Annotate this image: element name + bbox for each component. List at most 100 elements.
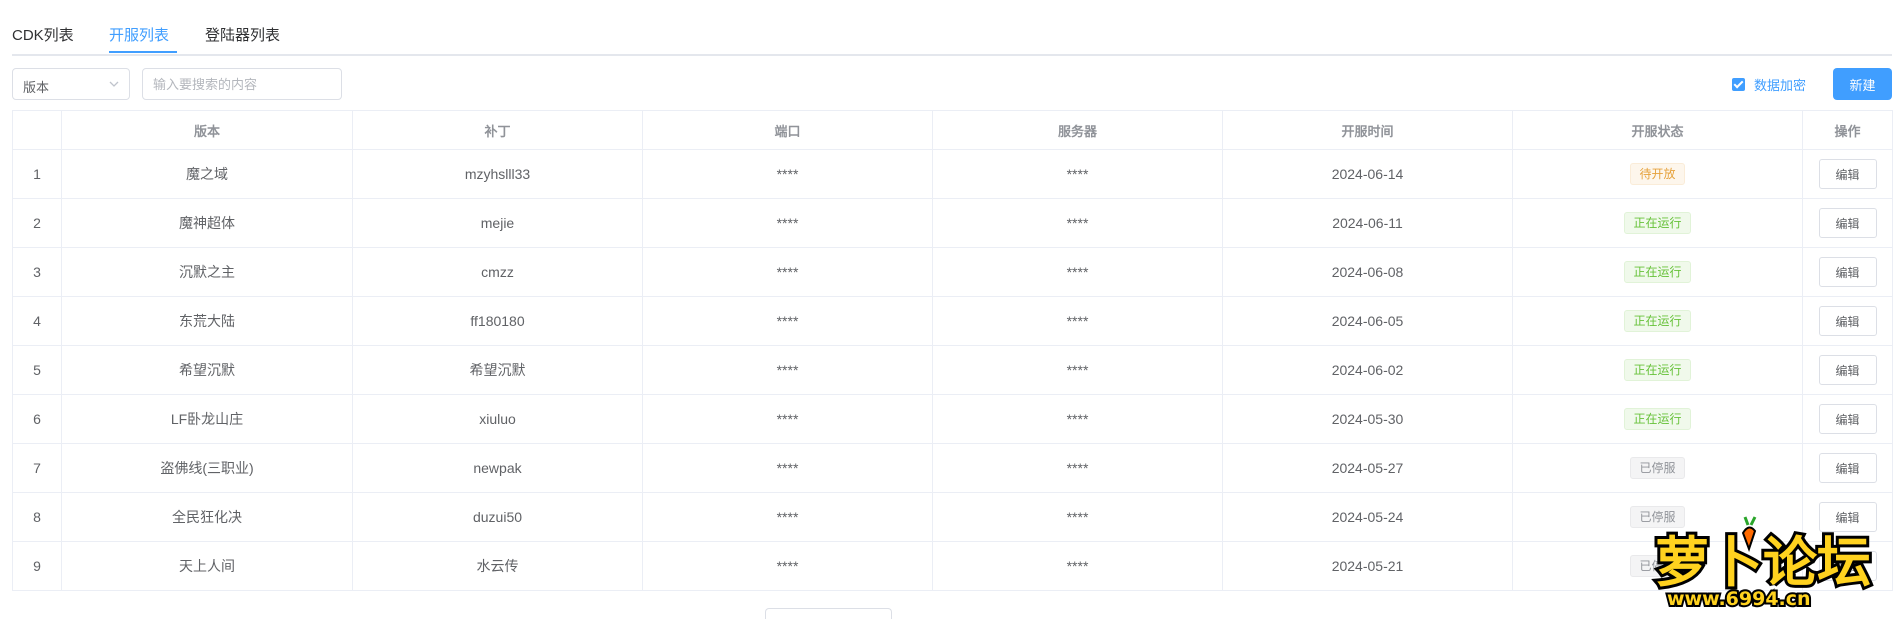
edit-button[interactable]: 编辑 <box>1818 404 1877 434</box>
tab-server-list[interactable]: 开服列表 <box>109 24 169 45</box>
table-header-row: 版本 补丁 端口 服务器 开服时间 开服状态 操作 <box>12 110 1893 150</box>
active-tab-indicator <box>109 51 177 53</box>
status-badge: 已停服 <box>1630 457 1685 479</box>
row-server: **** <box>932 443 1223 493</box>
row-index: 3 <box>12 247 62 297</box>
row-port: **** <box>642 296 933 346</box>
row-patch: 水云传 <box>352 541 643 591</box>
table-row: 1 魔之域 mzyhslll33 **** **** 2024-06-14 待开放 编辑 <box>12 149 1893 199</box>
table-row: 4 东荒大陆 ff180180 **** **** 2024-06-05 正在运行 编辑 <box>12 296 1893 346</box>
watermark-logo: 萝卜论坛 www.6994.cn <box>1652 516 1874 611</box>
watermark-title: 萝卜论坛 <box>1655 531 1871 594</box>
row-server: **** <box>932 492 1223 542</box>
row-port: **** <box>642 394 933 444</box>
row-patch: duzui50 <box>352 492 643 542</box>
row-patch: cmzz <box>352 247 643 297</box>
row-server: **** <box>932 198 1223 248</box>
row-status-cell: 正在运行 <box>1512 247 1803 297</box>
edit-button[interactable]: 编辑 <box>1818 306 1877 336</box>
table-row: 2 魔神超体 mejie **** **** 2024-06-11 正在运行 编辑 <box>12 198 1893 248</box>
row-patch: mejie <box>352 198 643 248</box>
edit-button[interactable]: 编辑 <box>1818 453 1877 483</box>
row-version: 沉默之主 <box>61 247 353 297</box>
row-port: **** <box>642 247 933 297</box>
row-open-date: 2024-05-24 <box>1222 492 1513 542</box>
row-patch: newpak <box>352 443 643 493</box>
chevron-down-icon <box>109 81 119 87</box>
row-status-cell: 正在运行 <box>1512 394 1803 444</box>
row-status-cell: 待开放 <box>1512 149 1803 199</box>
row-open-date: 2024-06-02 <box>1222 345 1513 395</box>
edit-button[interactable]: 编辑 <box>1818 159 1877 189</box>
row-status-cell: 正在运行 <box>1512 345 1803 395</box>
row-version: LF卧龙山庄 <box>61 394 353 444</box>
status-badge: 正在运行 <box>1624 408 1691 430</box>
row-index: 6 <box>12 394 62 444</box>
row-patch: ff180180 <box>352 296 643 346</box>
table-row: 9 天上人间 水云传 **** **** 2024-05-21 已停服 编辑 <box>12 541 1893 591</box>
row-port: **** <box>642 492 933 542</box>
row-server: **** <box>932 247 1223 297</box>
row-patch: 希望沉默 <box>352 345 643 395</box>
row-server: **** <box>932 394 1223 444</box>
watermark-url: www.6994.cn <box>1667 588 1811 610</box>
row-server: **** <box>932 296 1223 346</box>
row-version: 东荒大陆 <box>61 296 353 346</box>
tab-cdk-list[interactable]: CDK列表 <box>12 24 74 45</box>
row-index: 2 <box>12 198 62 248</box>
row-port: **** <box>642 149 933 199</box>
encrypt-label: 数据加密 <box>1754 77 1807 93</box>
row-port: **** <box>642 541 933 591</box>
carrot-leaf-icon <box>1743 516 1757 526</box>
row-actions-cell: 编辑 <box>1802 296 1893 346</box>
row-port: **** <box>642 443 933 493</box>
edit-button[interactable]: 编辑 <box>1818 208 1877 238</box>
row-patch: mzyhslll33 <box>352 149 643 199</box>
search-input[interactable] <box>142 68 342 100</box>
row-port: **** <box>642 198 933 248</box>
server-table: 版本 补丁 端口 服务器 开服时间 开服状态 操作 1 魔之域 mzyhslll33… <box>12 110 1893 591</box>
new-button[interactable]: 新建 <box>1833 68 1892 100</box>
header-port: 端口 <box>642 110 933 150</box>
row-actions-cell: 编辑 <box>1802 443 1893 493</box>
row-index: 5 <box>12 345 62 395</box>
row-open-date: 2024-05-30 <box>1222 394 1513 444</box>
status-badge: 正在运行 <box>1624 212 1691 234</box>
row-server: **** <box>932 149 1223 199</box>
row-open-date: 2024-06-05 <box>1222 296 1513 346</box>
status-badge: 正在运行 <box>1624 359 1691 381</box>
encrypt-checkbox[interactable]: 数据加密 <box>1732 75 1806 93</box>
row-server: **** <box>932 541 1223 591</box>
row-actions-cell: 编辑 <box>1802 345 1893 395</box>
row-open-date: 2024-06-08 <box>1222 247 1513 297</box>
row-status-cell: 正在运行 <box>1512 296 1803 346</box>
row-version: 魔神超体 <box>61 198 353 248</box>
edit-button[interactable]: 编辑 <box>1818 355 1877 385</box>
row-server: **** <box>932 345 1223 395</box>
row-port: **** <box>642 345 933 395</box>
row-index: 8 <box>12 492 62 542</box>
row-actions-cell: 编辑 <box>1802 149 1893 199</box>
table-row: 8 全民狂化决 duzui50 **** **** 2024-05-24 已停服 编辑 <box>12 492 1893 542</box>
table-row: 3 沉默之主 cmzz **** **** 2024-06-08 正在运行 编辑 <box>12 247 1893 297</box>
checkbox-checked-icon <box>1732 77 1745 91</box>
edit-button[interactable]: 编辑 <box>1818 257 1877 287</box>
header-index <box>12 110 62 150</box>
row-actions-cell: 编辑 <box>1802 394 1893 444</box>
row-index: 1 <box>12 149 62 199</box>
version-select[interactable]: 版本 <box>12 68 130 100</box>
row-index: 7 <box>12 443 62 493</box>
row-index: 4 <box>12 296 62 346</box>
row-version: 希望沉默 <box>61 345 353 395</box>
row-open-date: 2024-06-11 <box>1222 198 1513 248</box>
header-version: 版本 <box>61 110 353 150</box>
tab-launcher-list[interactable]: 登陆器列表 <box>205 24 280 45</box>
table-row: 5 希望沉默 希望沉默 **** **** 2024-06-02 正在运行 编辑 <box>12 345 1893 395</box>
header-status: 开服状态 <box>1512 110 1803 150</box>
table-row: 7 盗佛线(三职业) newpak **** **** 2024-05-27 已停服 编辑 <box>12 443 1893 493</box>
row-version: 全民狂化决 <box>61 492 353 542</box>
row-open-date: 2024-06-14 <box>1222 149 1513 199</box>
row-open-date: 2024-05-21 <box>1222 541 1513 591</box>
pagination[interactable] <box>765 608 892 619</box>
row-version: 天上人间 <box>61 541 353 591</box>
